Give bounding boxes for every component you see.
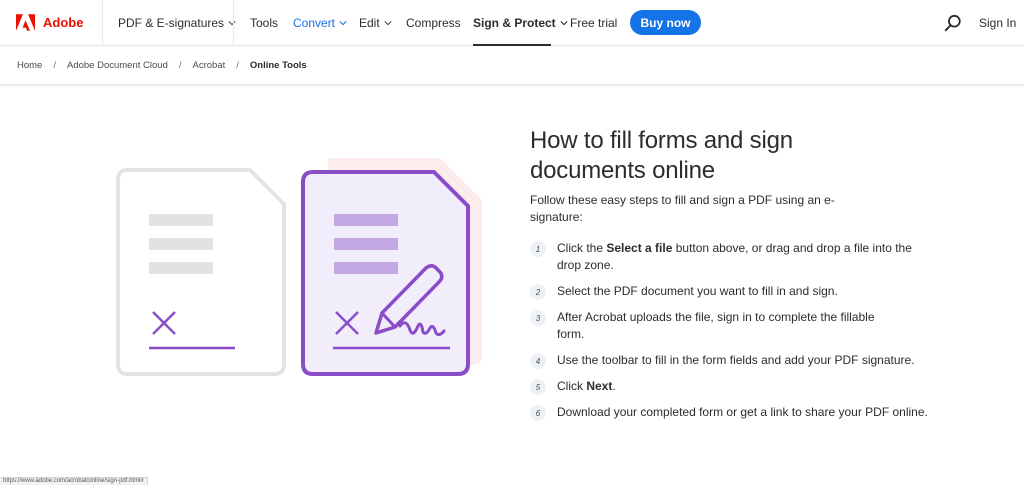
top-navigation: Adobe PDF & E-signatures Tools Convert E… (0, 0, 1024, 46)
nav-edit[interactable]: Edit (359, 0, 392, 46)
breadcrumb-document-cloud[interactable]: Adobe Document Cloud (67, 60, 168, 71)
breadcrumb-online-tools: Online Tools (249, 60, 307, 71)
nav-sign-protect[interactable]: Sign & Protect (473, 0, 568, 46)
sign-in-link[interactable]: Sign In (979, 0, 1016, 46)
nav-label: PDF & E-signatures (118, 16, 225, 30)
instructions-section: How to fill forms and sign documents onl… (530, 126, 950, 430)
list-item: 1 Click the Select a file button above, … (530, 240, 950, 274)
active-tab-indicator (473, 44, 551, 46)
adobe-logo-link[interactable]: Adobe (0, 0, 103, 46)
breadcrumb: Home / Adobe Document Cloud / Acrobat / … (0, 47, 1024, 85)
step-number: 2 (530, 284, 546, 300)
adobe-logo-icon (16, 14, 35, 31)
nav-free-trial[interactable]: Free trial (570, 0, 617, 46)
step-number: 3 (530, 310, 546, 326)
list-item: 3 After Acrobat uploads the file, sign i… (530, 309, 950, 343)
nav-convert[interactable]: Convert (293, 0, 347, 46)
step-number: 6 (530, 405, 546, 421)
title-line-2: documents online (530, 157, 715, 184)
step-text: Download your completed form or get a li… (557, 405, 928, 419)
page-title: How to fill forms and sign documents onl… (530, 126, 950, 186)
nav-tools[interactable]: Tools (250, 0, 278, 46)
step-text: Click Next. (557, 378, 917, 395)
step-text-part: . (612, 379, 616, 393)
chevron-down-icon (560, 21, 568, 26)
list-item: 5 Click Next. (530, 378, 950, 395)
nav-label: Free trial (570, 16, 618, 30)
nav-label: Sign & Protect (473, 16, 556, 30)
buy-now-button[interactable]: Buy now (630, 10, 701, 35)
list-item: 4 Use the toolbar to fill in the form fi… (530, 352, 950, 369)
step-text-bold: Next (586, 379, 613, 393)
step-text: Click the Select a file button above, or… (557, 240, 917, 274)
step-text: After Acrobat uploads the file, sign in … (557, 310, 875, 341)
breadcrumb-separator: / (236, 60, 239, 71)
nav-pdf-esignatures[interactable]: PDF & E-signatures (118, 0, 236, 46)
blank-document-icon (116, 168, 286, 376)
chevron-down-icon (384, 21, 392, 26)
chevron-down-icon (339, 21, 347, 26)
status-bar-url: https://www.adobe.com/acrobat/online/sig… (0, 477, 148, 485)
step-text-part: Click the (557, 241, 607, 255)
step-text-bold: Select a file (606, 241, 673, 255)
breadcrumb-home[interactable]: Home (17, 60, 42, 71)
title-line-1: How to fill forms and sign (530, 127, 793, 154)
nav-label: Edit (359, 16, 380, 30)
nav-compress[interactable]: Compress (406, 0, 461, 46)
nav-divider (233, 0, 234, 46)
breadcrumb-acrobat[interactable]: Acrobat (193, 60, 226, 71)
steps-list: 1 Click the Select a file button above, … (530, 240, 950, 421)
list-item: 2 Select the PDF document you want to fi… (530, 283, 950, 300)
step-number: 5 (530, 379, 546, 395)
fill-and-sign-illustration (116, 158, 482, 376)
breadcrumb-separator: / (53, 60, 56, 71)
breadcrumb-separator: / (178, 60, 182, 71)
step-text-part: Click (557, 379, 587, 393)
nav-label: Tools (250, 16, 279, 30)
nav-label: Convert (293, 16, 336, 30)
search-icon[interactable] (944, 14, 962, 32)
step-number: 1 (530, 241, 546, 257)
brand-name: Adobe (43, 15, 84, 30)
step-number: 4 (530, 353, 546, 369)
list-item: 6 Download your completed form or get a … (530, 404, 950, 421)
step-text: Use the toolbar to fill in the form fiel… (557, 353, 915, 367)
signed-document-icon (301, 170, 470, 376)
step-text: Select the PDF document you want to fill… (557, 284, 838, 298)
nav-label: Compress (406, 16, 461, 30)
intro-text: Follow these easy steps to fill and sign… (530, 193, 835, 224)
